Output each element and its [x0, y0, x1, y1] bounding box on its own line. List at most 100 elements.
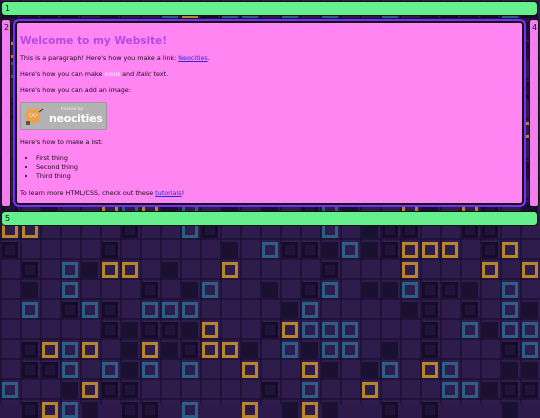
background-tile	[142, 302, 158, 318]
background-tile	[122, 342, 138, 358]
background-tile	[22, 402, 38, 418]
background-tile	[362, 362, 378, 378]
background-tile	[362, 382, 378, 398]
background-tile	[262, 322, 278, 338]
badge-brand-text: neocities	[49, 112, 103, 125]
background-tile	[82, 382, 98, 398]
footer-bar: 5	[1, 211, 538, 226]
background-tile	[502, 402, 518, 418]
right-sidebar: 4	[529, 19, 539, 207]
background-tile	[22, 342, 38, 358]
background-tile	[122, 402, 138, 418]
background-tile	[442, 282, 458, 298]
background-tile	[62, 302, 78, 318]
background-tile	[282, 242, 298, 258]
background-tile	[22, 262, 38, 278]
bold-text: bold	[104, 70, 121, 78]
background-tile	[522, 362, 538, 378]
background-tile	[342, 322, 358, 338]
background-tile	[282, 302, 298, 318]
background-tile	[182, 302, 198, 318]
background-tile	[262, 382, 278, 398]
list-item: Second thing	[36, 163, 519, 172]
format-suffix: text.	[151, 70, 169, 78]
background-tile	[182, 362, 198, 378]
background-tile	[242, 402, 258, 418]
background-tile	[162, 322, 178, 338]
background-tile	[302, 302, 318, 318]
background-tile	[322, 362, 338, 378]
background-tile	[182, 342, 198, 358]
background-tile	[522, 382, 538, 398]
background-tile	[102, 302, 118, 318]
background-tile	[522, 302, 538, 318]
background-tile	[482, 382, 498, 398]
paragraph-text: This is a paragraph! Here's how you make…	[20, 54, 179, 62]
background-tile	[102, 382, 118, 398]
background-tile	[502, 362, 518, 378]
background-tile	[302, 342, 318, 358]
background-tile	[162, 342, 178, 358]
paragraph-suffix: .	[207, 54, 210, 62]
list-item: First thing	[36, 154, 519, 163]
background-tile	[462, 322, 478, 338]
background-tile	[522, 342, 538, 358]
header-label: 1	[5, 4, 11, 13]
background-tile	[382, 282, 398, 298]
background-tile	[62, 382, 78, 398]
neocities-badge[interactable]: hosted by neocities	[20, 102, 107, 130]
tutorials-text: To learn more HTML/CSS, check out these	[20, 189, 156, 197]
neocities-link[interactable]: Neocities	[178, 54, 207, 62]
left-sidebar-label: 2	[4, 23, 10, 32]
background-tile	[62, 342, 78, 358]
background-tile	[2, 382, 18, 398]
background-tile	[282, 402, 298, 418]
background-tile	[102, 242, 118, 258]
background-tile	[482, 262, 498, 278]
background-tile	[422, 362, 438, 378]
background-tile	[202, 282, 218, 298]
background-tile	[202, 342, 218, 358]
background-tile	[462, 302, 478, 318]
background-tile	[382, 342, 398, 358]
main-content: Welcome to my Website! This is a paragra…	[13, 19, 526, 207]
background-tile	[2, 242, 18, 258]
background-tile	[142, 282, 158, 298]
background-tile	[302, 282, 318, 298]
background-tile	[482, 322, 498, 338]
background-tile	[162, 302, 178, 318]
background-tile	[282, 342, 298, 358]
background-tile	[342, 242, 358, 258]
format-and: and	[120, 70, 137, 78]
background-tile	[22, 282, 38, 298]
background-tile	[142, 402, 158, 418]
background-tile	[382, 362, 398, 378]
background-tile	[142, 362, 158, 378]
background-tile	[42, 402, 58, 418]
cat-mascot-icon	[26, 107, 44, 125]
background-tile	[122, 322, 138, 338]
background-tile	[182, 282, 198, 298]
background-tile	[382, 402, 398, 418]
background-tile	[382, 242, 398, 258]
background-tile	[222, 242, 238, 258]
background-tile	[322, 322, 338, 338]
background-tile	[82, 262, 98, 278]
background-tile	[422, 402, 438, 418]
background-tile	[122, 382, 138, 398]
background-tile	[302, 242, 318, 258]
background-tile	[302, 402, 318, 418]
background-tile	[402, 282, 418, 298]
tutorials-link[interactable]: tutorials	[155, 189, 181, 197]
background-tile	[62, 262, 78, 278]
background-tile	[442, 242, 458, 258]
background-tile	[82, 302, 98, 318]
paragraph-link: This is a paragraph! Here's how you make…	[20, 54, 519, 62]
paragraph-formatting: Here's how you can make bold and italic …	[20, 70, 519, 78]
background-tile	[62, 402, 78, 418]
background-tile	[502, 342, 518, 358]
background-tile	[62, 362, 78, 378]
right-sidebar-label: 4	[532, 23, 538, 32]
background-tile	[102, 262, 118, 278]
background-tile	[42, 342, 58, 358]
